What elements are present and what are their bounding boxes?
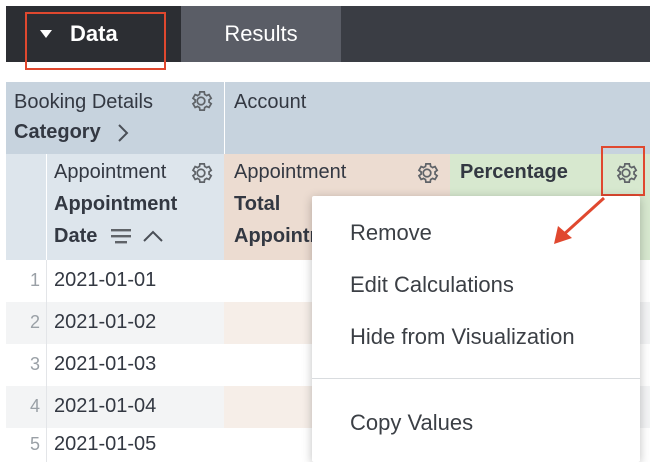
row-num-divider (46, 302, 47, 344)
booking-details-label: Booking Details (14, 91, 153, 113)
menu-item-edit-calculations[interactable]: Edit Calculations (350, 272, 514, 298)
col2-sub1: Total (234, 193, 281, 215)
row-number: 2 (29, 312, 40, 332)
col1-title: Appointment (54, 161, 167, 183)
sort-ascending-icon[interactable] (142, 228, 164, 244)
row-num-divider (46, 386, 47, 428)
menu-item-remove[interactable]: Remove (350, 220, 432, 246)
row-number: 4 (29, 396, 40, 416)
col-appointment-date-header[interactable]: Appointment Appointment Date (46, 154, 224, 260)
row-number: 1 (29, 270, 40, 290)
date-cell: 2021-01-01 (54, 269, 157, 291)
menu-item-hide-from-visualization[interactable]: Hide from Visualization (350, 324, 575, 350)
col1-sub2: Date (54, 225, 98, 247)
row-num-divider (46, 344, 47, 386)
date-cell: 2021-01-04 (54, 395, 157, 417)
row-num-divider (46, 428, 47, 462)
date-cell: 2021-01-02 (54, 311, 157, 333)
row-num-divider (46, 260, 47, 302)
col1-sub1: Appointment (54, 193, 178, 215)
date-cell: 2021-01-05 (54, 433, 157, 455)
sort-lines-icon[interactable] (110, 227, 132, 245)
menu-item-copy-values[interactable]: Copy Values (350, 410, 473, 436)
row-number: 3 (29, 354, 40, 374)
date-cell: 2021-01-03 (54, 353, 157, 375)
rownum-header (6, 154, 46, 260)
header-divider (224, 82, 225, 154)
gear-icon[interactable] (414, 160, 440, 186)
category-label: Category (14, 121, 101, 143)
col2-title: Appointment (234, 161, 347, 183)
col3-title: Percentage (460, 161, 568, 183)
account-label: Account (234, 91, 307, 113)
highlight-box-data-tab (25, 12, 166, 70)
gear-icon[interactable] (188, 160, 214, 186)
row-number: 5 (29, 434, 40, 454)
col-divider (46, 154, 47, 260)
pivot-header-row: Booking Details Category Account (6, 82, 650, 154)
tab-results[interactable]: Results (181, 6, 341, 62)
tab-results-label: Results (224, 21, 298, 46)
annotation-arrow-icon (554, 196, 606, 244)
gear-icon[interactable] (188, 88, 214, 114)
chevron-right-icon[interactable] (116, 123, 130, 143)
highlight-box-gear (601, 146, 645, 196)
menu-divider (312, 378, 640, 379)
